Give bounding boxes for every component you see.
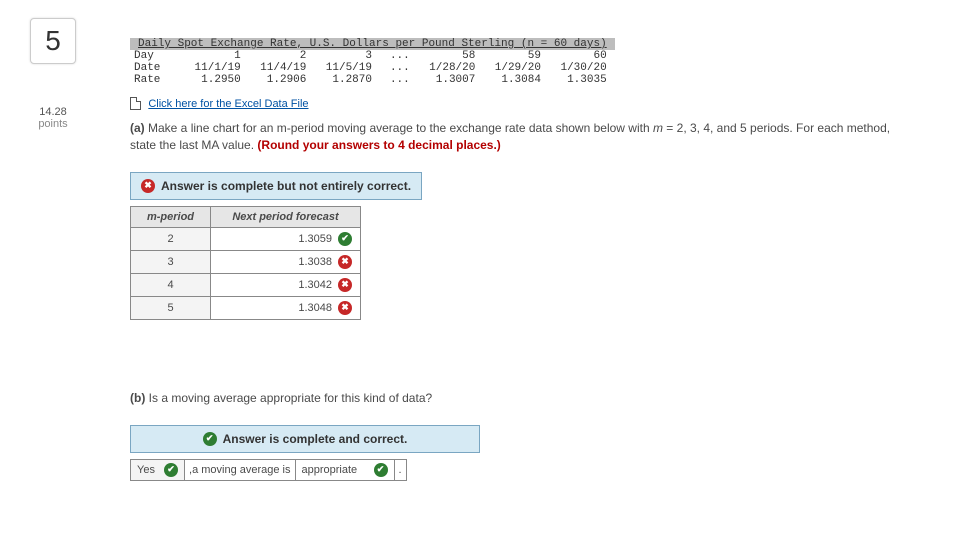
part-a-prompt: (a) Make a line chart for an m-period mo… [130, 120, 910, 154]
file-icon [130, 97, 141, 110]
forecast-table: m-period Next period forecast 2 1.3059✔ … [130, 206, 361, 320]
part-b-label: (b) [130, 391, 145, 405]
col-forecast: Next period forecast [211, 206, 361, 227]
check-icon: ✔ [164, 463, 178, 477]
x-icon: ✖ [338, 278, 352, 292]
x-icon: ✖ [141, 179, 155, 193]
check-icon: ✔ [203, 432, 217, 446]
status-correct: ✔ Answer is complete and correct. [130, 425, 480, 453]
answer-appropriate-cell[interactable]: appropriate ✔ [295, 459, 395, 481]
part-b-prompt: (b) Is a moving average appropriate for … [130, 390, 910, 407]
x-icon: ✖ [338, 255, 352, 269]
part-a-label: (a) [130, 121, 145, 135]
status-text: Answer is complete and correct. [223, 432, 408, 446]
table-row: Date 11/1/19 11/4/19 11/5/19 ... 1/28/20… [130, 62, 615, 74]
check-icon: ✔ [338, 232, 352, 246]
excel-data-link[interactable]: Click here for the Excel Data File [148, 98, 308, 110]
table-row: 2 1.3059✔ [131, 227, 361, 250]
table-row: 3 1.3038✖ [131, 250, 361, 273]
table-row: Day 1 2 3 ... 58 59 60 [130, 50, 615, 62]
part-b-answer-row: Yes ✔ , a moving average is appropriate … [130, 459, 482, 481]
x-icon: ✖ [338, 301, 352, 315]
rate-table-caption: Daily Spot Exchange Rate, U.S. Dollars p… [130, 38, 615, 50]
col-m-period: m-period [131, 206, 211, 227]
row-label: Date [130, 62, 183, 74]
answer-yes-cell[interactable]: Yes ✔ [130, 459, 185, 481]
row-label: Rate [130, 74, 183, 86]
points-label: points [18, 118, 88, 130]
excel-link-row: Click here for the Excel Data File [130, 96, 910, 110]
table-row: 5 1.3048✖ [131, 296, 361, 319]
row-label: Day [130, 50, 183, 62]
exchange-rate-table: Daily Spot Exchange Rate, U.S. Dollars p… [130, 38, 615, 86]
question-number: 5 [30, 18, 76, 64]
status-partial: ✖ Answer is complete but not entirely co… [130, 172, 422, 200]
round-note: (Round your answers to 4 decimal places.… [257, 138, 500, 152]
table-row: 4 1.3042✖ [131, 273, 361, 296]
status-text: Answer is complete but not entirely corr… [161, 179, 411, 193]
check-icon: ✔ [374, 463, 388, 477]
question-points: 14.28 [18, 106, 88, 118]
table-row: Rate 1.2950 1.2906 1.2870 ... 1.3007 1.3… [130, 74, 615, 86]
